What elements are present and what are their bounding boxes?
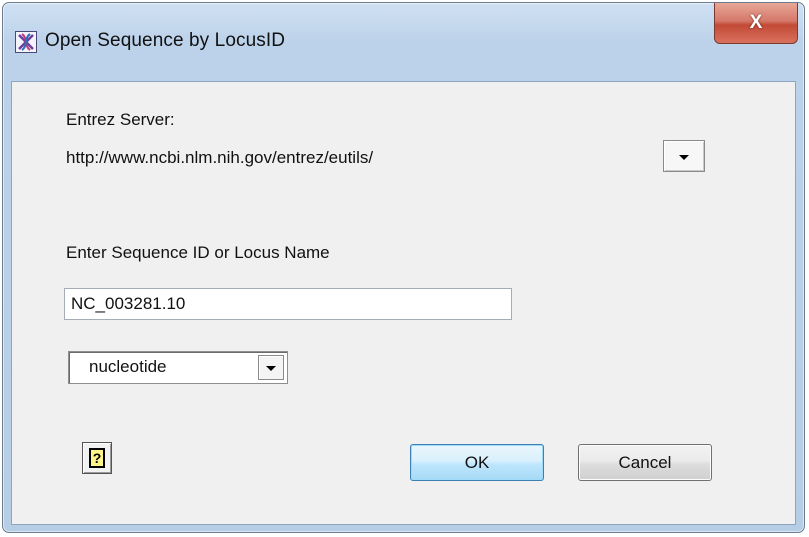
close-button[interactable]: X — [714, 3, 798, 44]
sequence-id-label: Enter Sequence ID or Locus Name — [66, 243, 330, 262]
entrez-server-url: http://www.ncbi.nlm.nih.gov/entrez/eutil… — [66, 148, 374, 167]
database-dropdown-button[interactable] — [258, 355, 284, 380]
close-icon: X — [749, 12, 763, 33]
entrez-server-dropdown-button[interactable] — [663, 140, 705, 172]
ok-button[interactable]: OK — [410, 444, 544, 481]
title-bar[interactable]: Open Sequence by LocusID — [3, 3, 804, 81]
chevron-down-icon — [679, 155, 689, 160]
chevron-down-icon — [266, 366, 276, 371]
help-button[interactable]: ? — [82, 442, 112, 474]
database-selected-value: nucleotide — [89, 357, 167, 376]
help-icon: ? — [89, 448, 105, 468]
cancel-button[interactable]: Cancel — [578, 444, 712, 481]
dialog-window: Open Sequence by LocusID X Entrez Server… — [2, 2, 805, 533]
window-title: Open Sequence by LocusID — [45, 30, 286, 51]
app-icon[interactable] — [15, 31, 37, 53]
sequence-id-input[interactable] — [64, 288, 512, 320]
dialog-client-area: Entrez Server: http://www.ncbi.nlm.nih.g… — [11, 81, 796, 525]
database-select[interactable]: nucleotide — [68, 351, 288, 384]
entrez-server-label: Entrez Server: — [66, 110, 175, 129]
